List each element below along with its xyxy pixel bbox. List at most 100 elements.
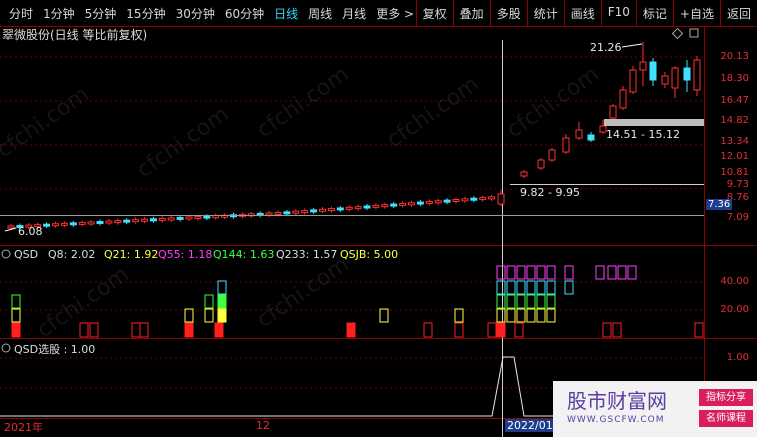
candle-body <box>408 202 415 206</box>
candle-body <box>327 208 335 212</box>
candle-body <box>470 197 478 201</box>
candle-body <box>185 216 193 220</box>
candle-body <box>167 217 175 221</box>
panel-frames <box>0 26 757 437</box>
qsd-bar <box>516 294 526 309</box>
qsd-bar <box>204 308 214 323</box>
qsd-bar <box>516 308 526 323</box>
candle-body <box>381 204 389 208</box>
candle-body <box>629 69 637 93</box>
qsd-bar <box>346 322 356 338</box>
qsd-bar <box>536 308 546 323</box>
candle-body <box>683 67 691 81</box>
kline-chart[interactable] <box>0 0 757 437</box>
candle-body <box>345 206 353 210</box>
current-price-badge: 7.36 <box>706 199 733 210</box>
qsd-bar <box>379 308 389 323</box>
logo-tag-share[interactable]: 指标分享 <box>699 389 753 406</box>
candle-body <box>310 209 318 213</box>
low-label: 6.08 <box>18 225 43 238</box>
candle-body <box>105 220 113 224</box>
qsd-bar <box>487 322 497 338</box>
candle-body <box>562 137 570 153</box>
qsd-bar <box>564 280 574 295</box>
price-axis-label: 9.73 <box>726 179 749 190</box>
candle-body <box>587 134 595 141</box>
candle-body <box>132 219 140 223</box>
select-label: QSD选股 : 1.00 <box>14 343 96 356</box>
price-axis-label: 16.47 <box>720 95 749 106</box>
candle-body <box>336 207 344 211</box>
candle-body <box>575 129 583 139</box>
candle-body <box>488 196 496 200</box>
qsd-bar <box>184 308 194 323</box>
select-axis: 1.00 <box>726 352 749 363</box>
qsd-bar <box>11 308 21 323</box>
candle-body <box>661 75 669 85</box>
qsd-bar <box>516 265 526 280</box>
candle-body <box>425 200 433 204</box>
qsd-bar <box>526 280 536 295</box>
qsd-bar <box>217 308 227 323</box>
candle-body <box>671 67 679 89</box>
candle-body <box>69 222 77 226</box>
logo-url: WWW.GSCFW.COM <box>567 415 665 425</box>
candle-body <box>283 211 291 215</box>
qsd-bar <box>526 294 536 309</box>
candle-body <box>479 197 487 201</box>
qsd-bar <box>214 322 224 338</box>
qsd-bar <box>617 265 627 280</box>
qsd-bar <box>595 265 605 280</box>
candle-body <box>176 216 184 220</box>
qsd-axis-20: 20.00 <box>720 304 749 315</box>
logo-text: 股市财富网 <box>567 389 667 413</box>
candle-body <box>434 200 442 204</box>
candle-body <box>609 105 617 119</box>
candle-body <box>372 204 380 208</box>
qsd-qsjb: QSJB: 5.00 <box>340 248 399 261</box>
qsd-bar <box>506 265 516 280</box>
price-axis-label: 13.34 <box>720 136 749 147</box>
qsd-bar <box>627 265 637 280</box>
price-axis-label: 20.13 <box>720 51 749 62</box>
gap-lower-label: 9.82 - 9.95 <box>520 186 580 199</box>
high-label: 21.26 <box>590 41 622 54</box>
qsd-bar <box>496 322 506 338</box>
qsd-axis-40: 40.00 <box>720 276 749 287</box>
qsd-bar <box>11 294 21 309</box>
candle-body <box>693 59 701 91</box>
candle-body <box>363 205 371 209</box>
qsd-bar <box>506 280 516 295</box>
candle-body <box>123 219 131 223</box>
qsd-bar <box>612 322 622 338</box>
candle-body <box>497 193 505 205</box>
price-axis-label: 12.01 <box>720 151 749 162</box>
time-label-2021: 2021年 <box>4 421 43 434</box>
qsd-bar <box>564 265 574 280</box>
candle-body <box>203 215 211 219</box>
qsd-bar <box>694 322 704 338</box>
qsd-name: QSD <box>14 248 39 261</box>
site-logo: 股市财富网 WWW.GSCFW.COM 指标分享 名师课程 <box>553 381 757 437</box>
qsd-bar <box>546 265 556 280</box>
high-arrow <box>621 43 643 48</box>
qsd-bar <box>516 280 526 295</box>
qsd-bar <box>526 308 536 323</box>
time-label-12: 12 <box>256 419 270 432</box>
qsd-q144: Q144: 1.63 <box>213 248 275 261</box>
qsd-bar <box>536 294 546 309</box>
qsd-bar <box>514 322 524 338</box>
candle-body <box>274 212 282 215</box>
candle-body <box>158 217 166 221</box>
qsd-bar <box>11 322 21 338</box>
qsd-bar <box>496 294 506 309</box>
qsd-bar <box>204 294 214 309</box>
candle-body <box>452 199 460 202</box>
candle-body <box>87 221 95 225</box>
qsd-bar <box>454 308 464 323</box>
candles <box>7 42 701 230</box>
candle-body <box>443 199 451 203</box>
qsd-bar <box>536 280 546 295</box>
candle-body <box>548 149 556 161</box>
logo-tag-course[interactable]: 名师课程 <box>699 410 753 427</box>
